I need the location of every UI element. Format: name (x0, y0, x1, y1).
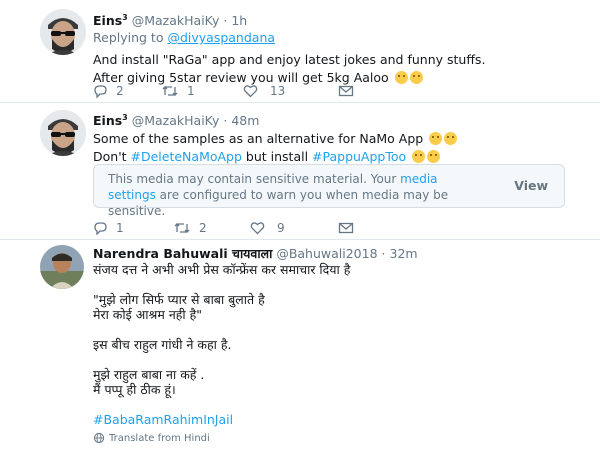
tweet-text: Some of the samples as an alternative fo… (93, 130, 580, 166)
handle[interactable]: @MazakHaiKy (132, 13, 220, 28)
sensitive-message-text: are configured to warn you when media ma… (108, 188, 449, 218)
grinning-emoji (412, 150, 426, 164)
tweet-line: "मुझे लोग सिर्फ प्यार से बाबा बुलाते है (93, 292, 265, 307)
sensitive-media-notice: This media may contain sensitive materia… (93, 164, 565, 218)
replying-handle-link[interactable]: @divyaspandana (167, 30, 275, 45)
display-name[interactable]: Eins (93, 13, 122, 28)
hashtag-link[interactable]: #BabaRamRahimInJail (93, 412, 580, 428)
hashtag-link[interactable]: #DeleteNaMoApp (131, 149, 242, 164)
reply-count: 1 (116, 221, 124, 235)
retweet-icon (162, 86, 178, 96)
tweet[interactable]: Eins3 @MazakHaiKy · 1h Replying to @divy… (0, 0, 600, 100)
laughing-crying-emoji (444, 132, 458, 146)
avatar[interactable] (40, 9, 86, 55)
tweet-line: Some of the samples as an alternative fo… (93, 130, 580, 148)
view-button[interactable]: View (514, 178, 548, 193)
tweet-line: संजय दत्त ने अभी अभी प्रेस कॉन्फ्रेंस कर… (93, 262, 351, 277)
reply-button[interactable]: 1 (93, 220, 124, 236)
tweet-line: मेरा कोई आश्रम नही है" (93, 307, 202, 322)
tweet-text: संजय दत्त ने अभी अभी प्रेस कॉन्फ्रेंस कर… (93, 262, 580, 428)
retweet-count: 1 (187, 84, 195, 98)
timestamp[interactable]: 48m (231, 113, 259, 128)
reply-icon (94, 85, 107, 98)
tweet[interactable]: Narendra Bahuwali चायवाला @Bahuwali2018 … (0, 240, 600, 450)
hashtag-link[interactable]: #PappuAppToo (312, 149, 406, 164)
sensitive-message-text: This media may contain sensitive materia… (108, 172, 401, 186)
tweet-header: Eins3 @MazakHaiKy · 48m (93, 110, 580, 129)
handle[interactable]: @MazakHaiKy (132, 113, 220, 128)
tweet[interactable]: Eins3 @MazakHaiKy · 48m Some of the samp… (0, 103, 600, 239)
tweet-line: मुझे राहुल बाबा ना कहें . (93, 367, 205, 382)
direct-message-button[interactable] (338, 220, 354, 236)
tweet-line: इस बीच राहुल गांधी ने कहा है. (93, 337, 232, 352)
timestamp[interactable]: 1h (231, 13, 247, 28)
retweet-button[interactable]: 2 (173, 220, 207, 236)
name-superscript: 3 (122, 13, 128, 22)
display-name[interactable]: Eins (93, 113, 122, 128)
separator-dot: · (223, 13, 228, 29)
laughing-crying-emoji (409, 71, 423, 85)
reply-count: 2 (116, 84, 124, 98)
reply-button[interactable]: 2 (93, 83, 124, 99)
name-superscript: 3 (122, 113, 128, 122)
envelope-icon (338, 85, 354, 97)
grinning-emoji (427, 150, 441, 164)
tweet-line (93, 322, 580, 337)
like-count: 13 (270, 84, 286, 98)
tweet-line-text: Some of the samples as an alternative fo… (93, 131, 424, 147)
tweet-line (93, 352, 580, 367)
direct-message-button[interactable] (338, 83, 354, 99)
retweet-icon (174, 223, 190, 233)
tweet-text: And install "RaGa" app and enjoy latest … (93, 51, 580, 87)
like-count: 9 (277, 221, 285, 235)
tweet-header: Narendra Bahuwali चायवाला @Bahuwali2018 … (93, 246, 580, 262)
tweet-line: And install "RaGa" app and enjoy latest … (93, 52, 486, 68)
like-button[interactable]: 9 (250, 220, 285, 236)
retweet-count: 2 (199, 221, 207, 235)
retweet-button[interactable]: 1 (161, 83, 195, 99)
tweet-line: मैं पप्पू ही ठीक हूं। (93, 382, 176, 397)
separator-dot: · (223, 113, 228, 129)
tweet-line-text: but install (241, 149, 313, 165)
globe-icon (93, 432, 105, 444)
sensitive-message: This media may contain sensitive materia… (108, 171, 488, 219)
replying-prefix: Replying to (93, 30, 168, 46)
tweet-line (93, 277, 580, 292)
laughing-crying-emoji (394, 71, 408, 85)
tweet-header: Eins3 @MazakHaiKy · 1h (93, 10, 580, 29)
replying-to: Replying to @divyaspandana (93, 30, 580, 46)
heart-icon (243, 85, 258, 98)
tweet-line-text: Don't (93, 149, 131, 165)
handle[interactable]: @Bahuwali2018 (276, 246, 377, 261)
laughing-crying-emoji (429, 132, 443, 146)
timestamp[interactable]: 32m (390, 246, 418, 261)
separator-dot: · (381, 246, 386, 261)
tweet-thread: Eins3 @MazakHaiKy · 1h Replying to @divy… (0, 0, 600, 450)
reply-icon (94, 222, 107, 235)
avatar[interactable] (40, 245, 84, 289)
envelope-icon (338, 222, 354, 234)
like-button[interactable]: 13 (243, 83, 285, 99)
translate-link[interactable]: Translate from Hindi (93, 432, 580, 444)
translate-label: Translate from Hindi (109, 432, 210, 444)
avatar[interactable] (40, 110, 86, 156)
heart-icon (250, 222, 265, 235)
display-name[interactable]: Narendra Bahuwali चायवाला (93, 246, 272, 261)
